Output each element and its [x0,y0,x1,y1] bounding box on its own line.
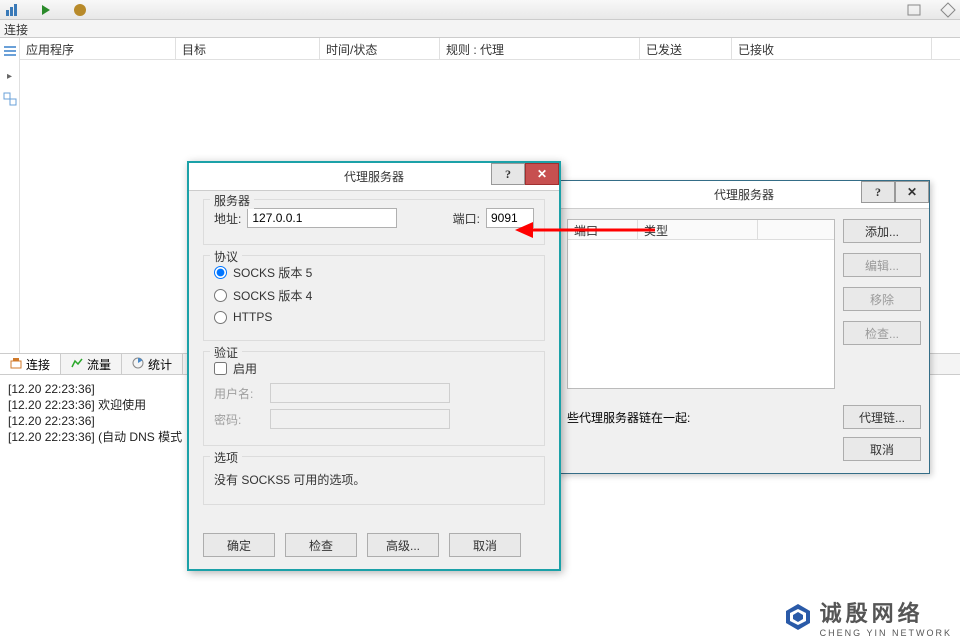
tab-icon [132,357,144,372]
cancel-button-back[interactable]: 取消 [843,437,921,461]
column-header[interactable]: 时间/状态 [320,38,440,59]
protocol-label: SOCKS 版本 4 [233,287,312,304]
bottom-tab[interactable]: 连接 [0,354,61,374]
check-button[interactable]: 检查 [285,533,357,557]
help-button[interactable]: ? [861,181,895,203]
username-input [270,383,450,403]
remove-button[interactable]: 移除 [843,287,921,311]
address-input[interactable] [247,208,397,228]
proxy-server-dialog: 代理服务器 ? ✕ 服务器 地址: 端口: 协议 SOCKS 版本 5 SOCKS… [187,161,561,571]
tab-label: 统计 [148,356,172,373]
help-button[interactable]: ? [491,163,525,185]
proxy-list[interactable]: 端口类型 [567,219,835,389]
column-header[interactable]: 已接收 [732,38,932,59]
dialog-titlebar: 代理服务器 ? ✕ [559,181,929,209]
toolbar-icon-2[interactable] [38,2,54,18]
enable-auth-label: 启用 [233,360,257,377]
column-header[interactable]: 应用程序 [20,38,176,59]
port-label: 端口: [453,210,480,227]
password-label: 密码: [214,411,264,428]
cancel-button[interactable]: 取消 [449,533,521,557]
protocol-group: 协议 SOCKS 版本 5SOCKS 版本 4HTTPS [203,255,545,341]
group-title: 服务器 [210,192,254,209]
password-input [270,409,450,429]
bottom-tab[interactable]: 流量 [61,354,122,374]
protocol-radio[interactable] [214,311,227,324]
connection-label: 连接 [0,20,960,38]
group-title: 协议 [210,248,242,265]
list-column-header[interactable]: 类型 [638,220,758,239]
toolbar-icon-4[interactable] [906,2,922,18]
watermark: 诚殷网络 CHENG YIN NETWORK [782,596,952,638]
tab-label: 流量 [87,356,111,373]
left-gutter: ▸ [0,38,20,353]
gutter-icon-list[interactable] [3,44,17,61]
advanced-button[interactable]: 高级... [367,533,439,557]
chain-text: 些代理服务器链在一起: [567,409,690,426]
column-header[interactable]: 已发送 [640,38,732,59]
tab-icon [71,357,83,372]
edit-button[interactable]: 编辑... [843,253,921,277]
close-button[interactable]: ✕ [525,163,559,185]
list-column-header[interactable]: 端口 [568,220,638,239]
auth-group: 验证 启用 用户名: 密码: [203,351,545,446]
toolbar [0,0,960,20]
username-label: 用户名: [214,385,264,402]
add-button[interactable]: 添加... [843,219,921,243]
tab-icon [10,357,22,372]
dialog-titlebar: 代理服务器 ? ✕ [189,163,559,191]
protocol-radio[interactable] [214,289,227,302]
address-label: 地址: [214,210,241,227]
server-group: 服务器 地址: 端口: [203,199,545,245]
options-group: 选项 没有 SOCKS5 可用的选项。 [203,456,545,505]
column-header[interactable]: 目标 [176,38,320,59]
protocol-radio[interactable] [214,266,227,279]
toolbar-icon-3[interactable] [72,2,88,18]
toolbar-icon-1[interactable] [4,2,20,18]
enable-auth-checkbox[interactable] [214,362,227,375]
tab-label: 连接 [26,356,50,373]
port-input[interactable] [486,208,534,228]
inspect-button[interactable]: 检查... [843,321,921,345]
dialog-title: 代理服务器 [344,168,404,185]
gutter-icon-tree[interactable] [3,92,17,109]
gutter-icon-arrow[interactable]: ▸ [7,71,12,82]
protocol-label: HTTPS [233,310,272,324]
column-headers: 应用程序目标时间/状态规则 : 代理已发送已接收 [20,38,960,60]
protocol-label: SOCKS 版本 5 [233,264,312,281]
watermark-cn: 诚殷网络 [820,596,952,628]
ok-button[interactable]: 确定 [203,533,275,557]
group-title: 验证 [210,344,242,361]
proxy-list-dialog: 代理服务器 ? ✕ 端口类型 添加... 编辑... 移除 检查... 些代理服… [558,180,930,474]
options-text: 没有 SOCKS5 可用的选项。 [214,465,534,494]
watermark-en: CHENG YIN NETWORK [820,628,952,638]
bottom-tab[interactable]: 统计 [122,354,183,374]
chain-button[interactable]: 代理链... [843,405,921,429]
watermark-logo-icon [782,601,814,633]
column-header[interactable]: 规则 : 代理 [440,38,640,59]
close-button[interactable]: ✕ [895,181,929,203]
dialog-title: 代理服务器 [714,186,774,203]
toolbar-icon-5[interactable] [940,2,956,18]
group-title: 选项 [210,449,242,466]
